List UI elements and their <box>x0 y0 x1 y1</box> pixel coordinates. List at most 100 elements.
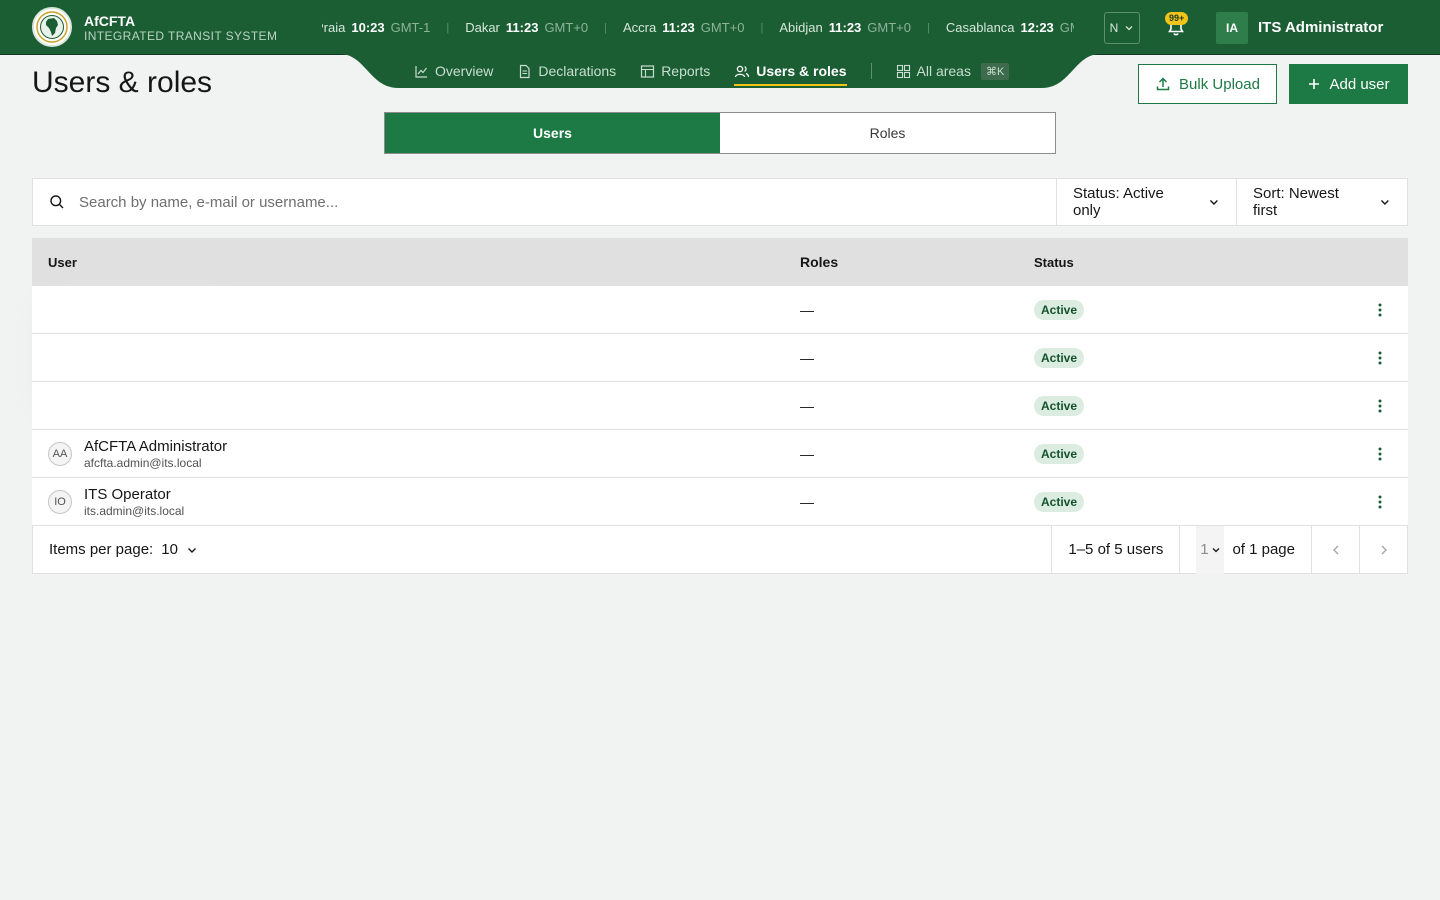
user-email: its.admin@its.local <box>84 503 185 518</box>
clock-separator: | <box>927 21 930 34</box>
table-row[interactable]: — Active <box>32 382 1408 430</box>
document-icon <box>520 64 530 78</box>
user-name: AfCFTA Administrator <box>84 437 228 455</box>
overflow-menu-icon[interactable] <box>1378 303 1382 317</box>
user-email: afcfta.admin@its.local <box>84 455 202 470</box>
users-table: User Roles Status — Active — Active — Ac… <box>32 238 1408 526</box>
afcfta-logo[interactable] <box>32 7 72 47</box>
sort-label: Sort: Newest first <box>1253 185 1339 219</box>
clock-dakar: Dakar 11:23 GMT+0 | <box>465 20 623 35</box>
status-badge: Active <box>1034 443 1085 464</box>
pagination-bar: Items per page: 10 1–5 of 5 users 1 of 1… <box>32 525 1408 574</box>
chevron-down-icon <box>1381 200 1390 205</box>
status-badge: Active <box>1034 299 1085 320</box>
page-title: Users & roles <box>32 66 213 99</box>
table-row[interactable]: AA AfCFTA Administrator afcfta.admin@its… <box>32 430 1408 478</box>
clock-praia: Praia 10:23 GMT-1 | <box>322 20 465 35</box>
clock-city: Accra <box>623 20 657 35</box>
users-icon <box>735 65 750 77</box>
chevron-down-icon <box>1125 26 1133 31</box>
keyboard-shortcut: ⌘K <box>980 62 1010 80</box>
add-user-button[interactable]: Add user <box>1289 64 1408 104</box>
nav-users-roles[interactable]: Users & roles <box>734 56 847 86</box>
roles-cell: — <box>800 445 814 462</box>
brand-subtitle: INTEGRATED TRANSIT SYSTEM <box>84 29 278 43</box>
table-icon <box>641 64 655 78</box>
table-row[interactable]: — Active <box>32 334 1408 382</box>
status-badge: Active <box>1034 395 1085 416</box>
overflow-menu-icon[interactable] <box>1378 447 1382 461</box>
bulk-upload-button[interactable]: Bulk Upload <box>1138 64 1277 104</box>
items-per-page-select[interactable]: 10 <box>161 541 178 558</box>
top-bar: AfCFTA INTEGRATED TRANSIT SYSTEM Praia 1… <box>0 0 1440 55</box>
overflow-menu-icon[interactable] <box>1378 495 1382 509</box>
clock-time: 11:23 <box>828 20 862 35</box>
user-cell: IO ITS Operator its.admin@its.local <box>32 486 800 518</box>
overflow-menu-icon[interactable] <box>1378 351 1382 365</box>
chart-line-icon <box>415 65 427 78</box>
items-per-page: Items per page: 10 <box>33 541 1051 558</box>
clock-time: 12:23 <box>1020 20 1054 35</box>
roles-cell: — <box>800 301 814 318</box>
clock-separator: | <box>446 21 450 34</box>
timezone-selector[interactable]: N <box>1104 12 1140 44</box>
avatar: IO <box>48 489 72 514</box>
notification-badge: 99+ <box>1165 12 1189 25</box>
status-cell: Active <box>1034 347 1334 368</box>
upload-icon <box>1156 77 1170 91</box>
nav-declarations[interactable]: Declarations <box>517 56 616 86</box>
brand-title: AfCFTA <box>84 13 136 29</box>
chevron-down-icon[interactable] <box>1390 22 1402 34</box>
primary-nav: Overview Declarations Reports Users & ro… <box>414 56 1033 86</box>
pagination-range: 1–5 of 5 users <box>1051 525 1179 574</box>
nav-overview-label: Overview <box>435 63 494 79</box>
clock-separator: | <box>604 21 608 34</box>
previous-page-button[interactable] <box>1311 525 1359 574</box>
column-header-user[interactable]: User <box>32 255 800 270</box>
column-header-roles[interactable]: Roles <box>800 254 1034 270</box>
page-selector-group: 1 of 1 page <box>1179 525 1311 574</box>
next-page-button[interactable] <box>1359 525 1407 574</box>
status-cell: Active <box>1034 491 1334 512</box>
nav-reports[interactable]: Reports <box>640 56 710 86</box>
status-cell: Active <box>1034 395 1334 416</box>
sort-dropdown[interactable]: Sort: Newest first <box>1236 179 1407 225</box>
clock-city: Praia <box>322 20 346 35</box>
roles-cell: — <box>800 397 814 414</box>
search-input[interactable]: Search by name, e-mail or username... <box>33 179 1056 225</box>
clock-tz: GMT+1 <box>1059 20 1074 35</box>
clock-tz: GMT+0 <box>700 20 745 35</box>
chevron-right-icon <box>1381 545 1387 554</box>
segment-users[interactable]: Users <box>385 113 720 153</box>
user-avatar[interactable]: IA <box>1216 12 1248 44</box>
clock-time: 11:23 <box>662 20 695 35</box>
africa-map-icon <box>36 11 68 43</box>
clock-abidjan: Abidjan 11:23 GMT+0 | <box>779 20 946 35</box>
table-row[interactable]: IO ITS Operator its.admin@its.local — Ac… <box>32 478 1408 526</box>
avatar: AA <box>48 441 72 466</box>
roles-cell: — <box>800 493 814 510</box>
clock-tz: GMT+0 <box>867 20 912 35</box>
clock-city: Abidjan <box>779 20 823 35</box>
filter-bar: Search by name, e-mail or username... St… <box>32 178 1408 226</box>
overflow-menu-icon[interactable] <box>1378 399 1382 413</box>
table-body: — Active — Active — Active AA AfCFTA Adm… <box>32 286 1408 526</box>
status-filter-dropdown[interactable]: Status: Active only <box>1056 179 1236 225</box>
status-badge: Active <box>1034 347 1085 368</box>
bulk-upload-label: Bulk Upload <box>1179 75 1260 93</box>
nav-users-roles-label: Users & roles <box>756 63 847 79</box>
page-select[interactable]: 1 <box>1196 525 1225 574</box>
chevron-down-icon[interactable] <box>186 544 198 556</box>
search-icon <box>50 195 64 209</box>
nav-divider <box>870 63 872 79</box>
segment-roles[interactable]: Roles <box>720 113 1055 153</box>
table-row[interactable]: — Active <box>32 286 1408 334</box>
clock-separator: | <box>760 21 764 34</box>
nav-overview[interactable]: Overview <box>414 56 493 86</box>
column-header-status[interactable]: Status <box>1034 255 1334 270</box>
nav-all-areas[interactable]: All areas ⌘K <box>896 56 1010 86</box>
status-cell: Active <box>1034 299 1334 320</box>
user-menu-name[interactable]: ITS Administrator <box>1258 19 1383 36</box>
chevron-down-icon <box>1210 200 1219 205</box>
world-clocks: Praia 10:23 GMT-1 | Dakar 11:23 GMT+0 | … <box>322 0 1074 55</box>
